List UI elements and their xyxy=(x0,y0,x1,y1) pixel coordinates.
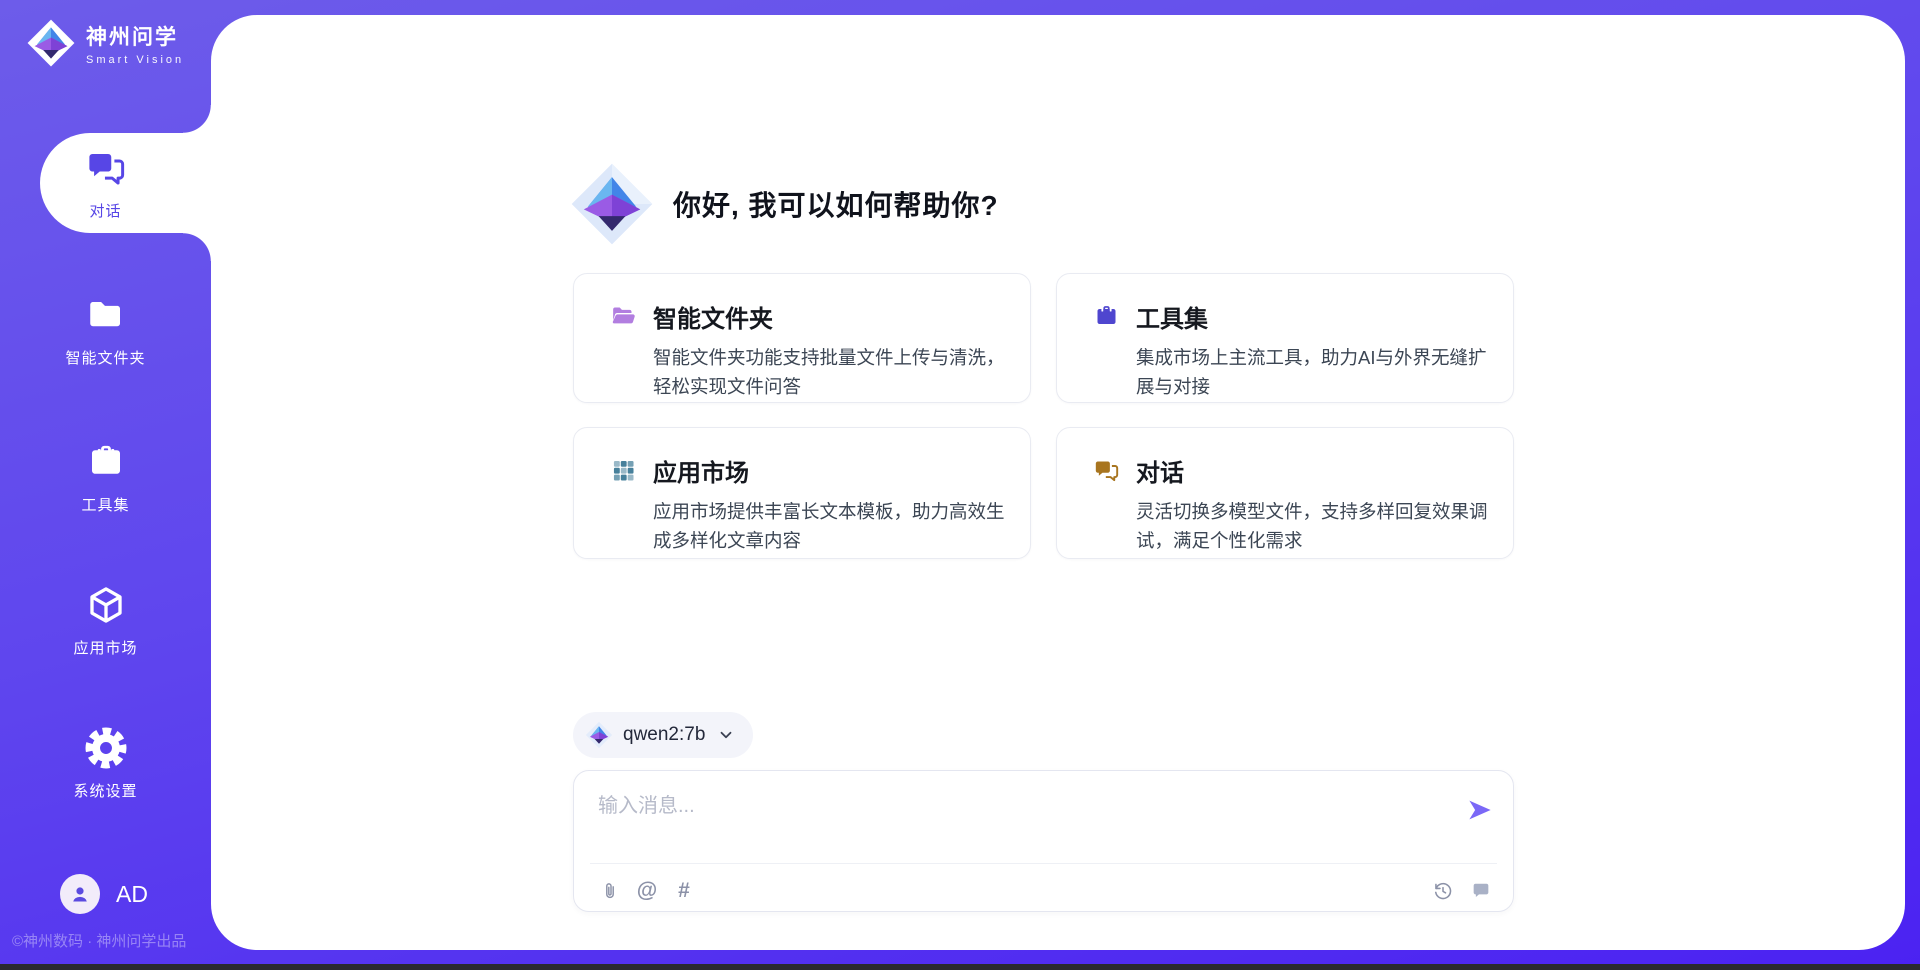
brand-subtitle: Smart Vision xyxy=(86,54,184,66)
sidebar-item-label: 智能文件夹 xyxy=(0,347,211,368)
sidebar-item-label: 工具集 xyxy=(0,494,211,515)
card-toolset[interactable]: 工具集 集成市场上主流工具，助力AI与外界无缝扩展与对接 xyxy=(1056,273,1514,403)
assistant-diamond-icon xyxy=(569,161,655,247)
card-description: 智能文件夹功能支持批量文件上传与清洗，轻松实现文件问答 xyxy=(653,344,1006,402)
card-title: 工具集 xyxy=(1136,299,1208,334)
cube-icon xyxy=(85,584,127,626)
mention-button[interactable]: @ xyxy=(635,879,659,903)
greeting-text: 你好, 我可以如何帮助你? xyxy=(673,184,999,224)
sidebar-item-label: 对话 xyxy=(0,200,211,221)
sidebar-item-chat[interactable]: 对话 xyxy=(0,147,211,221)
pill-fillet-top xyxy=(183,105,211,133)
grid-icon xyxy=(610,457,637,484)
folder-icon xyxy=(85,294,127,336)
chat-icon xyxy=(85,147,127,189)
user-account[interactable]: AD xyxy=(60,874,148,914)
brand-name: 神州问学 xyxy=(86,21,184,51)
sidebar-item-smart-folder[interactable]: 智能文件夹 xyxy=(0,294,211,368)
hashtag-button[interactable]: # xyxy=(672,879,696,903)
pill-fillet-bottom xyxy=(183,233,211,261)
brand-diamond-icon xyxy=(26,18,76,68)
footer-credit: ©神州数码 · 神州问学出品 xyxy=(12,930,186,951)
card-description: 灵活切换多模型文件，支持多样回复效果调试，满足个性化需求 xyxy=(1136,498,1489,556)
person-icon xyxy=(68,882,92,906)
card-smart-folder[interactable]: 智能文件夹 智能文件夹功能支持批量文件上传与清洗，轻松实现文件问答 xyxy=(573,273,1031,403)
sidebar: 神州问学 Smart Vision 对话 智能文件夹 工具集 xyxy=(0,0,211,970)
chevron-down-icon xyxy=(717,726,735,744)
greeting: 你好, 我可以如何帮助你? xyxy=(569,161,999,247)
card-chat[interactable]: 对话 灵活切换多模型文件，支持多样回复效果调试，满足个性化需求 xyxy=(1056,427,1514,559)
card-description: 集成市场上主流工具，助力AI与外界无缝扩展与对接 xyxy=(1136,344,1489,402)
card-title: 智能文件夹 xyxy=(653,299,773,334)
brand-logo: 神州问学 Smart Vision xyxy=(26,18,184,68)
history-button[interactable] xyxy=(1431,879,1455,903)
sidebar-item-settings[interactable]: 系统设置 xyxy=(0,727,211,801)
card-title: 对话 xyxy=(1136,453,1184,488)
main-panel: 你好, 我可以如何帮助你? 智能文件夹 智能文件夹功能支持批量文件上传与清洗，轻… xyxy=(211,15,1905,950)
sidebar-item-label: 应用市场 xyxy=(0,637,211,658)
chat-bubble-icon[interactable] xyxy=(1469,879,1493,903)
sidebar-item-label: 系统设置 xyxy=(0,780,211,801)
sidebar-item-app-market[interactable]: 应用市场 xyxy=(0,584,211,658)
briefcase-icon xyxy=(1093,303,1120,330)
chat-icon xyxy=(1093,457,1120,484)
window-bottom-edge xyxy=(0,964,1920,970)
message-composer: @ # xyxy=(573,770,1514,912)
model-selector[interactable]: qwen2:7b xyxy=(573,712,753,758)
user-initials: AD xyxy=(116,881,148,908)
send-button[interactable] xyxy=(1465,795,1495,825)
card-title: 应用市场 xyxy=(653,453,749,488)
gear-icon xyxy=(85,727,127,769)
attach-file-button[interactable] xyxy=(598,879,622,903)
folder-open-icon xyxy=(610,303,637,330)
briefcase-icon xyxy=(85,441,127,483)
message-input[interactable] xyxy=(598,789,1438,847)
model-diamond-icon xyxy=(585,721,613,749)
sidebar-item-toolset[interactable]: 工具集 xyxy=(0,441,211,515)
card-description: 应用市场提供丰富长文本模板，助力高效生成多样化文章内容 xyxy=(653,498,1006,556)
card-app-market[interactable]: 应用市场 应用市场提供丰富长文本模板，助力高效生成多样化文章内容 xyxy=(573,427,1031,559)
composer-divider xyxy=(590,863,1497,864)
model-name: qwen2:7b xyxy=(623,724,705,746)
avatar xyxy=(60,874,100,914)
